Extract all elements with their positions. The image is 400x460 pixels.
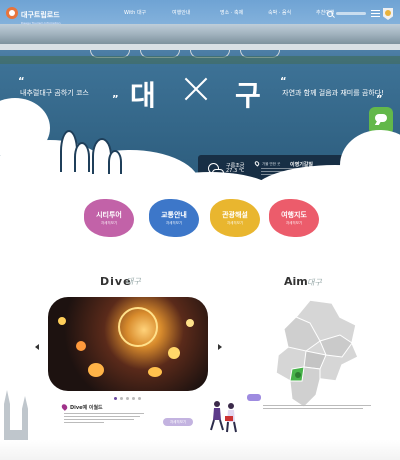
speech-bubble-icon <box>247 394 261 401</box>
badge-icon[interactable] <box>383 8 393 20</box>
category-tour-guide-button[interactable]: 관광해설 자세히보기 <box>210 199 260 237</box>
hero-title-right: 구 <box>235 79 261 112</box>
quote-close-right: ” <box>376 94 383 105</box>
light-dot <box>168 347 180 359</box>
carousel-prev-icon[interactable] <box>35 344 39 350</box>
light-dot <box>88 363 104 377</box>
nav-item-lodging-food[interactable]: 숙박 · 음식 <box>268 9 316 16</box>
featured-place-photo[interactable] <box>48 297 208 391</box>
light-dot <box>186 319 194 327</box>
quote-open-right: “ <box>280 76 287 87</box>
daegu-district-map[interactable] <box>270 295 360 415</box>
carousel-dot[interactable] <box>120 397 123 400</box>
dive-section-subtitle: 대구 <box>126 277 141 286</box>
category-label: 교통안내 <box>161 211 187 219</box>
city-skyline <box>0 24 400 46</box>
search-input[interactable] <box>336 12 366 15</box>
hero-title-cross-icon <box>183 76 209 102</box>
featured-place-description <box>64 413 144 425</box>
logo-icon <box>6 7 18 19</box>
travelers-illustration <box>205 396 245 436</box>
bottom-ground <box>0 440 400 460</box>
recommend-place-label: 가볼 만한 곳 <box>262 162 281 166</box>
quote-close-left: ” <box>112 94 119 105</box>
aim-section-title: Aim <box>284 275 308 288</box>
nav-item-with-daegu[interactable]: With 대구 <box>124 9 172 16</box>
carousel-pagination <box>114 397 141 400</box>
hero-tagline-left: 내추럴대구 곰하기 코스 <box>20 89 89 97</box>
logo-text: 대구트립로드 <box>21 10 60 19</box>
category-sublabel: 자세히보기 <box>285 221 303 225</box>
carousel-dot[interactable] <box>126 397 129 400</box>
nav-item-travel-guide[interactable]: 여행안내 <box>172 9 220 16</box>
light-dot <box>148 367 162 377</box>
category-sublabel: 자세히보기 <box>165 221 183 225</box>
search-icon[interactable] <box>327 11 333 17</box>
category-label: 시티투어 <box>96 211 122 219</box>
shrub-drawing <box>108 150 122 174</box>
category-sublabel: 자세히보기 <box>226 221 244 225</box>
logo-subtext: Daegu Tourism Infomation <box>21 20 61 25</box>
more-button[interactable]: 자세히보기 <box>163 418 193 426</box>
category-label: 여행지도 <box>281 211 307 219</box>
site-logo[interactable]: 대구트립로드 Daegu Tourism Infomation <box>6 2 61 25</box>
top-navigation: 대구트립로드 Daegu Tourism Infomation With 대구 … <box>0 0 400 26</box>
shrub-drawing <box>74 142 90 172</box>
ferris-wheel-light <box>118 307 158 347</box>
category-label: 관광해설 <box>222 211 248 219</box>
nav-item-attractions-festivals[interactable]: 명소 · 축제 <box>220 9 268 16</box>
hero-tagline-right: 자연과 함께 걸음과 재미를 곰하다! <box>282 89 384 97</box>
map-caption <box>263 405 373 411</box>
light-dot <box>58 317 66 325</box>
carousel-dot[interactable] <box>132 397 135 400</box>
category-transport-button[interactable]: 교통안내 자세히보기 <box>149 199 199 237</box>
menu-icon[interactable] <box>371 10 380 17</box>
aim-section-subtitle: 대구 <box>307 278 322 287</box>
carousel-dot[interactable] <box>138 397 141 400</box>
carousel-next-icon[interactable] <box>218 344 222 350</box>
category-sublabel: 자세히보기 <box>100 221 118 225</box>
quote-open-left: “ <box>18 76 25 87</box>
hero-title-left: 대 <box>130 79 156 112</box>
location-pin-icon <box>253 160 261 167</box>
category-travel-map-button[interactable]: 여행지도 자세히보기 <box>269 199 319 237</box>
category-city-tour-button[interactable]: 시티투어 자세히보기 <box>84 199 134 237</box>
carousel-dot[interactable] <box>114 397 117 400</box>
featured-place-name: Dive예 이월드 <box>70 405 103 411</box>
light-dot <box>76 341 86 351</box>
treeline <box>0 56 400 64</box>
